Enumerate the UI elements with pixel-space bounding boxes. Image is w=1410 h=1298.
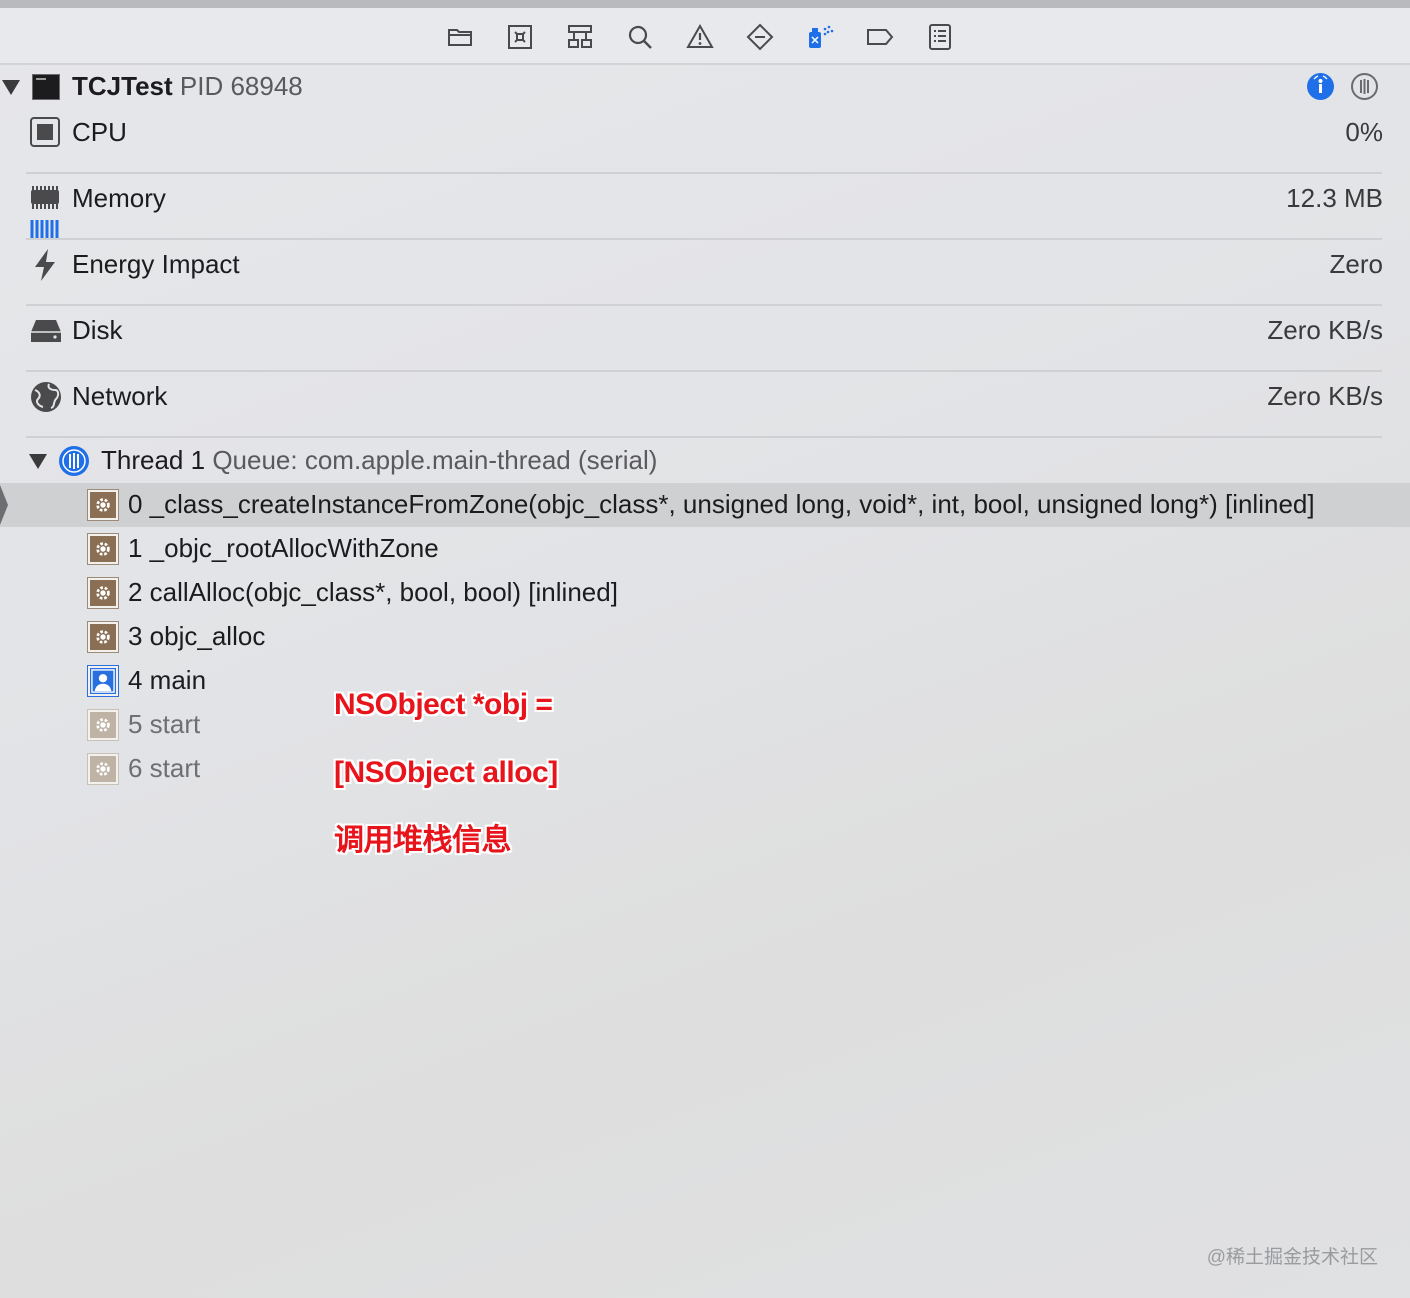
- disk-drive-icon: [30, 318, 62, 344]
- test-diamond-icon[interactable]: [745, 22, 775, 52]
- stack-frame-4[interactable]: 4 main: [128, 665, 206, 696]
- thread-queue: Queue: com.apple.main-thread (serial): [212, 445, 658, 475]
- system-frame-gear-icon: [87, 489, 119, 521]
- folder-icon[interactable]: [445, 22, 475, 52]
- red-annotation-text: NSObject *obj = [NSObject alloc] 调用堆栈信息: [334, 654, 594, 892]
- system-frame-gear-icon: [87, 709, 119, 741]
- breakpoint-tag-icon[interactable]: [865, 22, 895, 52]
- stack-frame-1[interactable]: 1 _objc_rootAllocWithZone: [128, 533, 439, 564]
- process-pid: PID 68948: [179, 71, 303, 101]
- search-icon[interactable]: [625, 22, 655, 52]
- globe-network-icon: [29, 380, 63, 414]
- divider: [26, 238, 1382, 240]
- gauge-cpu-label[interactable]: CPU: [72, 117, 127, 148]
- cpu-chip-icon: [30, 117, 60, 147]
- thread-view-icon[interactable]: [1351, 73, 1378, 100]
- gauge-cpu-value: 0%: [1345, 117, 1383, 147]
- source-control-icon[interactable]: [505, 22, 535, 52]
- gauge-energy-label[interactable]: Energy Impact: [72, 249, 240, 280]
- stack-frame-6[interactable]: 6 start: [128, 753, 200, 784]
- gauge-energy-value: Zero: [1329, 249, 1383, 279]
- gauge-disk-label[interactable]: Disk: [72, 315, 123, 346]
- process-name: TCJTest: [72, 71, 173, 101]
- thread-title[interactable]: Thread 1 Queue: com.apple.main-thread (s…: [101, 445, 657, 476]
- thread-name: Thread 1: [101, 445, 206, 475]
- gauge-disk-value: Zero KB/s: [1267, 315, 1383, 345]
- system-frame-gear-icon: [87, 753, 119, 785]
- process-disclosure-triangle[interactable]: [2, 80, 20, 95]
- thread-icon: [59, 446, 89, 476]
- report-icon[interactable]: [925, 22, 955, 52]
- hierarchy-icon[interactable]: [565, 22, 595, 52]
- divider: [26, 172, 1382, 174]
- gauge-network-value: Zero KB/s: [1267, 381, 1383, 411]
- memory-ram-icon: [30, 184, 60, 240]
- annotation-line-3: 调用堆栈信息: [334, 824, 512, 857]
- stack-frame-5[interactable]: 5 start: [128, 709, 200, 740]
- navigator-toolbar: [0, 8, 1410, 65]
- debug-spray-icon[interactable]: [805, 22, 835, 52]
- annotation-line-1: NSObject *obj =: [334, 688, 553, 721]
- stack-frame-0[interactable]: 0 _class_createInstanceFromZone(objc_cla…: [128, 489, 1315, 520]
- current-frame-marker: [0, 485, 8, 525]
- gauge-memory-value: 12.3 MB: [1286, 183, 1383, 213]
- gauge-memory-label[interactable]: Memory: [72, 183, 166, 214]
- watermark: @稀土掘金技术社区: [1206, 1247, 1378, 1268]
- info-icon[interactable]: [1307, 73, 1334, 100]
- gauge-network-label[interactable]: Network: [72, 381, 167, 412]
- annotation-line-2: [NSObject alloc]: [334, 756, 558, 789]
- window-top-edge: [0, 0, 1410, 8]
- terminal-app-icon: [32, 74, 60, 100]
- divider: [26, 304, 1382, 306]
- system-frame-gear-icon: [87, 621, 119, 653]
- bolt-icon: [32, 248, 58, 282]
- user-code-person-icon: [87, 665, 119, 697]
- process-title: TCJTest PID 68948: [72, 71, 303, 102]
- thread-disclosure-triangle[interactable]: [29, 454, 47, 469]
- stack-frame-2[interactable]: 2 callAlloc(objc_class*, bool, bool) [in…: [128, 577, 618, 608]
- system-frame-gear-icon: [87, 533, 119, 565]
- stack-frame-3[interactable]: 3 objc_alloc: [128, 621, 265, 652]
- divider: [26, 436, 1382, 438]
- warning-icon[interactable]: [685, 22, 715, 52]
- system-frame-gear-icon: [87, 577, 119, 609]
- divider: [26, 370, 1382, 372]
